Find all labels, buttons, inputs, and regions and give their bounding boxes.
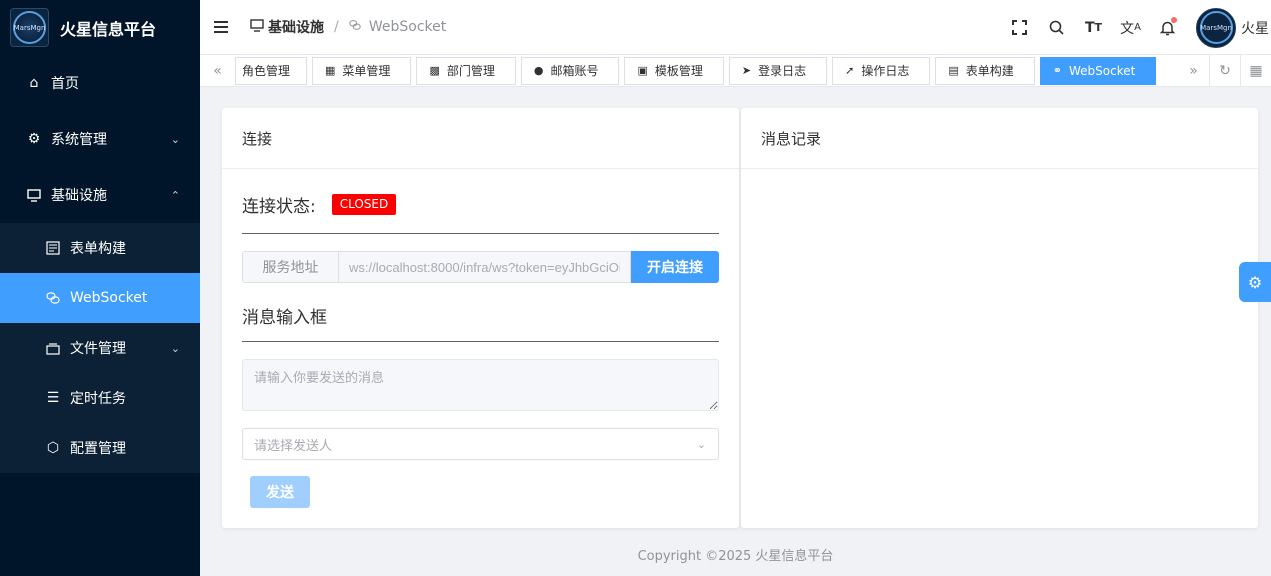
breadcrumb-separator: / xyxy=(334,19,339,35)
translate-icon[interactable]: 文A xyxy=(1112,18,1149,38)
recipient-select-placeholder: 请选择发送人 xyxy=(254,438,333,454)
form-icon xyxy=(45,241,61,255)
tab-websocket[interactable]: ⚭ WebSocket xyxy=(1039,56,1157,85)
server-url-group: 服务地址 开启连接 xyxy=(242,251,719,283)
tab-login-log[interactable]: ➤ 登录日志 xyxy=(728,56,828,85)
username[interactable]: 火星 xyxy=(1241,18,1271,38)
tabs-right-controls: » ↻ ▦ xyxy=(1178,55,1271,87)
checklist-icon: ☰ xyxy=(46,390,60,406)
home-icon: ⌂ xyxy=(29,75,39,91)
monitor-icon xyxy=(26,188,42,202)
divider xyxy=(242,233,719,234)
settings-float-button[interactable]: ⚙ xyxy=(1239,262,1271,302)
tabs-scroll-right-icon[interactable]: » xyxy=(1178,55,1209,87)
message-input-title: 消息输入框 xyxy=(242,308,327,328)
message-log-card: 消息记录 xyxy=(741,108,1258,528)
avatar[interactable]: MarsMgn xyxy=(1196,7,1236,48)
sidebar-item-infra[interactable]: 基础设施 ⌃ xyxy=(0,167,200,223)
tab-operation-log[interactable]: ➚ 操作日志 xyxy=(832,56,931,85)
tab-form-builder[interactable]: ▤ 表单构建 xyxy=(935,56,1035,85)
logo-area[interactable]: MarsMgn 火星信息平台 xyxy=(0,0,200,55)
message-textarea[interactable] xyxy=(242,359,719,411)
top-header: 基础设施 / WebSocket TT 文A MarsMgn 火星 xyxy=(200,0,1271,55)
grid-menu-icon[interactable]: ▦ xyxy=(1240,55,1271,87)
chevron-up-icon: ⌃ xyxy=(170,188,180,202)
mail-circle-icon: ● xyxy=(533,64,544,77)
gear-icon: ⚙ xyxy=(1247,272,1263,292)
sidebar-item-label: 定时任务 xyxy=(70,391,126,407)
sidebar-item-scheduled-tasks[interactable]: ☰ 定时任务 xyxy=(0,373,200,423)
gear-icon: ⚙ xyxy=(27,131,41,147)
server-url-label: 服务地址 xyxy=(242,251,338,283)
archive-icon: ▣ xyxy=(637,64,648,77)
sidebar: MarsMgn 火星信息平台 ⌂ 首页 ⚙ 系统管理 ⌄ 基础设施 ⌃ 表单构建… xyxy=(0,0,200,576)
sidebar-item-label: 基础设施 xyxy=(51,188,107,204)
config-icon: ⬡ xyxy=(46,440,60,456)
sidebar-item-label: 配置管理 xyxy=(70,441,126,457)
form-icon: ▤ xyxy=(948,64,959,77)
chevron-down-icon: ⌄ xyxy=(696,437,706,451)
monitor-icon xyxy=(250,18,264,36)
hamburger-icon[interactable] xyxy=(214,21,228,33)
tab-mail-account[interactable]: ● 邮箱账号 xyxy=(520,56,620,85)
link-icon: ⚭ xyxy=(1052,64,1063,77)
bell-icon[interactable] xyxy=(1149,16,1186,36)
status-label: 连接状态: xyxy=(242,196,316,217)
refresh-icon[interactable]: ↻ xyxy=(1209,55,1240,87)
fullscreen-icon[interactable] xyxy=(1001,20,1038,35)
tabs-bar: « 角色管理 ▦ 菜单管理 ▩ 部门管理 ● 邮箱账号 ▣ 模板管理 ➤ 登录日志 ➚ 操作… xyxy=(200,55,1271,87)
app-title: 火星信息平台 xyxy=(60,19,157,39)
tab-menu-management[interactable]: ▦ 菜单管理 xyxy=(312,56,412,85)
connect-button[interactable]: 开启连接 xyxy=(631,251,719,283)
sidebar-item-file-management[interactable]: 文件管理 ⌄ xyxy=(0,323,200,373)
sidebar-item-config[interactable]: ⬡ 配置管理 xyxy=(0,423,200,473)
sidebar-item-label: 系统管理 xyxy=(51,132,107,148)
notification-dot xyxy=(1171,16,1177,23)
sidebar-item-form-builder[interactable]: 表单构建 xyxy=(0,223,200,273)
connect-card: 连接 连接状态: CLOSED 服务地址 开启连接 消息输入框 请选择发送人 ⌄… xyxy=(222,108,739,528)
recipient-select[interactable]: 请选择发送人 ⌄ xyxy=(242,428,719,460)
divider xyxy=(242,341,719,342)
server-url-input[interactable] xyxy=(338,251,631,283)
status-badge: CLOSED xyxy=(331,193,397,215)
tab-dept-management[interactable]: ▩ 部门管理 xyxy=(416,56,516,85)
id-card-icon: ▩ xyxy=(429,64,440,77)
folder-icon xyxy=(45,342,61,355)
breadcrumb-item-websocket: WebSocket xyxy=(349,19,446,35)
send-icon: ➤ xyxy=(741,64,752,77)
sidebar-item-home[interactable]: ⌂ 首页 xyxy=(0,55,200,111)
tabs-scroll-left-icon[interactable]: « xyxy=(200,55,235,87)
sidebar-item-label: 文件管理 xyxy=(70,341,126,357)
breadcrumb-item-infra[interactable]: 基础设施 xyxy=(268,17,324,37)
sidebar-item-label: 表单构建 xyxy=(70,241,126,257)
header-actions: TT 文A MarsMgn 火星 xyxy=(1001,0,1271,55)
tab-role-management[interactable]: 角色管理 xyxy=(235,56,308,85)
search-icon[interactable] xyxy=(1038,20,1075,35)
footer-copyright: Copyright ©2025 火星信息平台 xyxy=(637,549,834,564)
link-icon xyxy=(349,20,365,35)
sidebar-item-label: WebSocket xyxy=(70,290,148,306)
chevron-down-icon: ⌄ xyxy=(170,341,180,355)
link-icon xyxy=(45,291,61,305)
connect-card-title: 连接 xyxy=(222,108,739,169)
sidebar-item-websocket[interactable]: WebSocket xyxy=(0,273,200,323)
grid-icon: ▦ xyxy=(325,64,336,77)
chevron-down-icon: ⌄ xyxy=(170,132,180,146)
sidebar-item-system[interactable]: ⚙ 系统管理 ⌄ xyxy=(0,111,200,167)
navigation-icon: ➚ xyxy=(845,64,855,77)
sidebar-item-label: 首页 xyxy=(51,76,79,92)
font-size-icon[interactable]: TT xyxy=(1075,20,1112,36)
infra-submenu: 表单构建 WebSocket 文件管理 ⌄ ☰ 定时任务 ⬡ 配置管理 xyxy=(0,223,200,473)
logo-image: MarsMgn xyxy=(10,8,49,47)
tab-template-management[interactable]: ▣ 模板管理 xyxy=(624,56,724,85)
send-button[interactable]: 发送 xyxy=(250,476,310,508)
message-log-title: 消息记录 xyxy=(741,108,1258,169)
